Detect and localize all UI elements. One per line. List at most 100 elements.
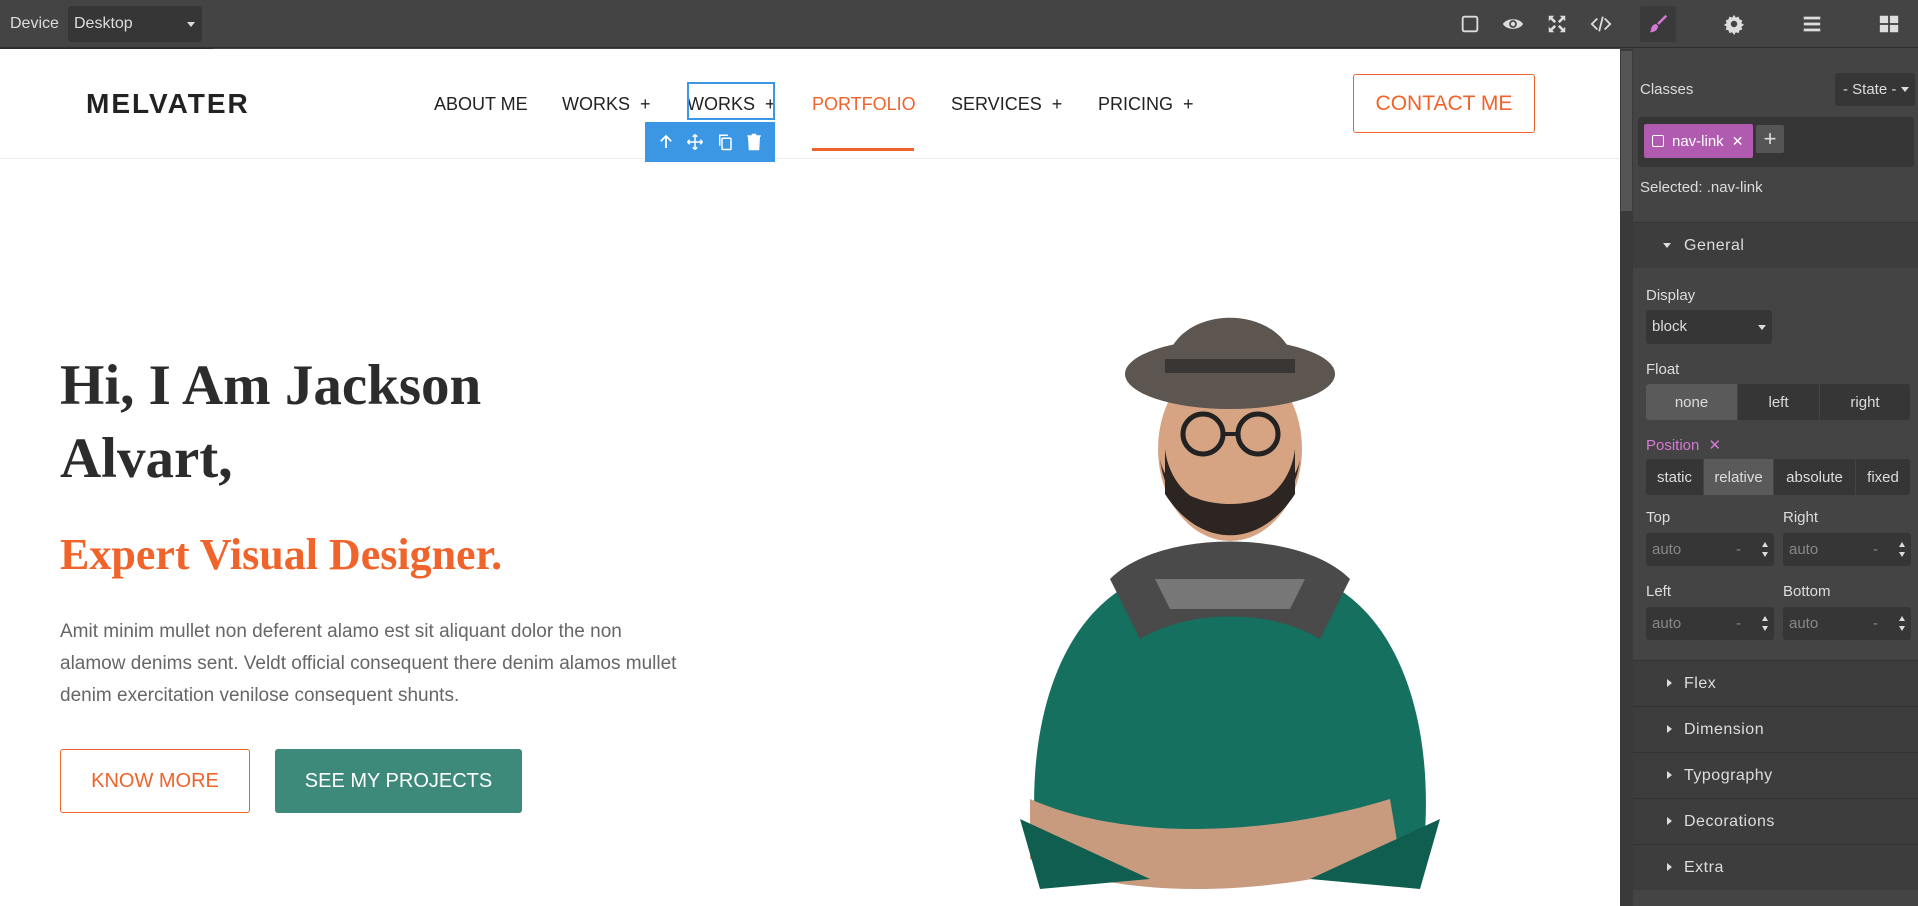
nav-works[interactable]: WORKS + — [562, 94, 651, 115]
trash-icon[interactable] — [745, 133, 763, 151]
caret-right-icon — [1667, 863, 1672, 871]
settings-button[interactable] — [1716, 6, 1752, 42]
grid-icon — [1879, 15, 1899, 33]
menu-bars-icon — [1803, 16, 1821, 32]
contact-me-button[interactable]: CONTACT ME — [1353, 74, 1535, 133]
fullscreen-icon — [1548, 15, 1566, 33]
selected-element-outline — [687, 82, 775, 120]
state-select[interactable]: - State - — [1835, 73, 1915, 106]
caret-down-icon — [187, 22, 195, 27]
position-label-text: Position — [1646, 437, 1700, 454]
section-typography-label: Typography — [1684, 767, 1773, 784]
add-class-button[interactable]: + — [1756, 125, 1784, 153]
section-dimension-label: Dimension — [1684, 721, 1765, 738]
stepper-up-icon[interactable] — [1899, 616, 1905, 621]
site-header: MELVATER ABOUT ME WORKS + WORKS + PORTFO… — [0, 49, 1620, 162]
section-decorations[interactable]: Decorations — [1633, 798, 1918, 844]
section-dimension[interactable]: Dimension — [1633, 706, 1918, 752]
bottom-input[interactable]: auto - — [1783, 607, 1911, 640]
eye-icon — [1502, 19, 1524, 29]
caret-right-icon — [1667, 771, 1672, 779]
float-option-none[interactable]: none — [1646, 384, 1738, 420]
section-flex-label: Flex — [1684, 675, 1717, 692]
code-button[interactable] — [1583, 6, 1619, 42]
right-unit[interactable]: - — [1873, 541, 1878, 558]
bottom-unit[interactable]: - — [1873, 615, 1878, 632]
device-select[interactable]: Desktop — [68, 6, 202, 42]
device-select-value: Desktop — [74, 15, 133, 32]
paint-brush-icon — [1649, 14, 1668, 33]
position-option-absolute[interactable]: absolute — [1774, 459, 1856, 495]
clear-property-icon[interactable]: ✕ — [1709, 437, 1722, 454]
stepper-up-icon[interactable] — [1762, 542, 1768, 547]
float-radio-group: none left right — [1646, 384, 1910, 420]
caret-down-icon — [1901, 87, 1909, 92]
canvas-scrollbar-thumb[interactable] — [1621, 51, 1632, 211]
display-select[interactable]: block — [1646, 310, 1772, 344]
square-outline-icon — [1461, 15, 1479, 33]
left-unit[interactable]: - — [1736, 615, 1741, 632]
nav-pricing[interactable]: PRICING + — [1098, 94, 1194, 115]
top-unit[interactable]: - — [1736, 541, 1741, 558]
position-option-fixed[interactable]: fixed — [1856, 459, 1910, 495]
position-option-static[interactable]: static — [1646, 459, 1704, 495]
layer-manager-button[interactable] — [1794, 6, 1830, 42]
right-input[interactable]: auto - — [1783, 533, 1911, 566]
position-option-relative[interactable]: relative — [1704, 459, 1774, 495]
float-option-left[interactable]: left — [1738, 384, 1820, 420]
right-label: Right — [1783, 509, 1819, 526]
left-input[interactable]: auto - — [1646, 607, 1774, 640]
section-general[interactable]: General — [1633, 222, 1918, 268]
display-select-value: block — [1652, 318, 1688, 335]
remove-class-icon[interactable]: ✕ — [1732, 133, 1744, 150]
top-label: Top — [1646, 509, 1671, 526]
top-input-value: auto — [1652, 541, 1682, 558]
state-select-value: - State - — [1843, 81, 1897, 98]
left-input-value: auto — [1652, 615, 1682, 632]
caret-right-icon — [1667, 725, 1672, 733]
caret-down-icon — [1663, 243, 1671, 248]
hero-title: Hi, I Am Jackson Alvart, — [60, 354, 482, 490]
bottom-input-value: auto — [1789, 615, 1819, 632]
float-option-right[interactable]: right — [1820, 384, 1910, 420]
stepper-up-icon[interactable] — [1899, 542, 1905, 547]
preview-button[interactable] — [1495, 6, 1531, 42]
stepper-down-icon[interactable] — [1899, 552, 1905, 557]
top-input[interactable]: auto - — [1646, 533, 1774, 566]
know-more-button[interactable]: KNOW MORE — [60, 749, 250, 813]
class-tag-nav-link[interactable]: nav-link ✕ — [1644, 124, 1754, 158]
nav-about-me[interactable]: ABOUT ME — [434, 94, 528, 115]
section-extra[interactable]: Extra — [1633, 844, 1918, 890]
stepper-down-icon[interactable] — [1899, 626, 1905, 631]
section-decorations-label: Decorations — [1684, 813, 1775, 830]
selected-label: Selected: .nav-link — [1640, 179, 1763, 196]
section-flex[interactable]: Flex — [1633, 660, 1918, 706]
style-manager-button[interactable] — [1640, 6, 1676, 42]
see-projects-button[interactable]: SEE MY PROJECTS — [275, 749, 522, 813]
float-label: Float — [1646, 361, 1680, 378]
sw-visibility-button[interactable] — [1452, 6, 1488, 42]
element-toolbar — [645, 122, 775, 162]
canvas-scrollbar[interactable] — [1620, 49, 1633, 906]
blocks-button[interactable] — [1871, 6, 1907, 42]
copy-icon[interactable] — [716, 133, 734, 151]
editor-app: Device Desktop MELVATER ABOUT ME WORKS +… — [0, 0, 1918, 906]
stepper-down-icon[interactable] — [1762, 626, 1768, 631]
display-label: Display — [1646, 287, 1696, 304]
arrow-up-icon[interactable] — [657, 133, 675, 151]
fullscreen-button[interactable] — [1539, 6, 1575, 42]
nav-services[interactable]: SERVICES + — [951, 94, 1062, 115]
move-icon[interactable] — [686, 133, 704, 151]
left-label: Left — [1646, 583, 1672, 600]
site-logo[interactable]: MELVATER — [86, 88, 250, 120]
section-typography[interactable]: Typography — [1633, 752, 1918, 798]
editor-canvas[interactable]: MELVATER ABOUT ME WORKS + WORKS + PORTFO… — [0, 49, 1620, 906]
code-icon — [1590, 16, 1612, 32]
stepper-down-icon[interactable] — [1762, 552, 1768, 557]
nav-portfolio[interactable]: PORTFOLIO — [812, 94, 916, 115]
caret-right-icon — [1667, 817, 1672, 825]
checkbox-icon[interactable] — [1652, 135, 1664, 147]
hero-portrait-image — [1020, 317, 1440, 889]
class-tag-label: nav-link — [1672, 132, 1724, 150]
stepper-up-icon[interactable] — [1762, 616, 1768, 621]
